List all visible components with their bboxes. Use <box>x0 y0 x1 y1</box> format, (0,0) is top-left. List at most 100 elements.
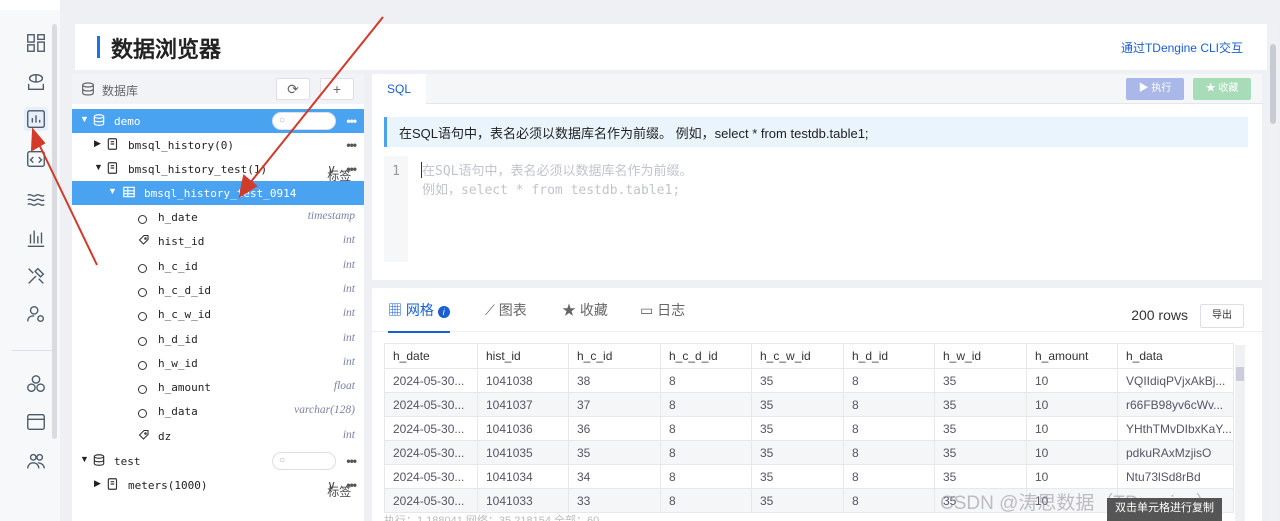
team-icon[interactable] <box>24 449 48 473</box>
column-header[interactable]: h_c_w_id <box>751 343 844 369</box>
table-cell[interactable]: 10 <box>1026 440 1118 465</box>
stream-icon[interactable] <box>24 187 48 211</box>
page-scrollbar[interactable] <box>1269 24 1277 521</box>
more-icon[interactable]: ••• <box>346 138 357 152</box>
table-cell[interactable]: 8 <box>660 440 752 465</box>
table-cell[interactable]: 35 <box>751 440 844 465</box>
search-input[interactable]: ○ <box>272 452 336 470</box>
table-cell[interactable]: 33 <box>568 488 661 513</box>
table-cell[interactable]: 10 <box>1026 392 1118 417</box>
table-cell[interactable]: 8 <box>660 392 752 417</box>
column-header[interactable]: h_amount <box>1026 343 1118 369</box>
run-button[interactable]: ▶ 执行 <box>1126 78 1184 100</box>
table-cell[interactable]: 1041033 <box>477 488 569 513</box>
table-cell[interactable]: 8 <box>843 440 935 465</box>
tab-grid[interactable]: ▦ 网格 i <box>388 300 450 333</box>
table-cell[interactable]: 8 <box>843 488 935 513</box>
tree-item-column[interactable]: hist_id int <box>72 229 364 253</box>
table-cell[interactable]: 34 <box>568 464 661 489</box>
tree-item-test[interactable]: ▼ test ○ ••• <box>72 449 364 473</box>
scroll-thumb[interactable] <box>1270 44 1276 124</box>
tree-item-column[interactable]: h_date timestamp <box>72 205 364 229</box>
table-cell[interactable]: 35 <box>751 368 844 393</box>
table-cell[interactable]: 1041037 <box>477 392 569 417</box>
table-cell[interactable]: 36 <box>568 416 661 441</box>
table-cell[interactable]: 35 <box>751 464 844 489</box>
rail-scrollbar[interactable] <box>52 24 57 439</box>
table-row[interactable]: 2024-05-30... 1041034 34 8 35 8 35 10 Ntu73lSd8r… <box>384 464 1234 489</box>
sql-editor[interactable]: 1 在SQL语句中，表名必须以数据库名作为前缀。 例如，select * fro… <box>384 156 1248 262</box>
tree-item-child-table[interactable]: ▼ bmsql_history_test_0914 <box>72 181 364 205</box>
table-cell[interactable]: 35 <box>568 440 661 465</box>
data-browser-icon[interactable] <box>24 107 48 131</box>
table-cell[interactable]: 35 <box>934 392 1027 417</box>
table-cell[interactable]: 1041035 <box>477 440 569 465</box>
table-cell[interactable]: VQIIdiqPVjxAkBj... <box>1117 368 1234 393</box>
table-cell[interactable]: pdkuRAxMzjisO <box>1117 440 1234 465</box>
table-cell[interactable]: 8 <box>660 416 752 441</box>
column-header[interactable]: h_d_id <box>843 343 935 369</box>
table-cell[interactable]: 8 <box>843 416 935 441</box>
column-header[interactable]: h_w_id <box>934 343 1027 369</box>
table-cell[interactable]: 35 <box>934 368 1027 393</box>
caret-down-icon[interactable]: ▼ <box>80 114 89 124</box>
table-cell[interactable]: 8 <box>843 368 935 393</box>
tree-item-column[interactable]: h_amount float <box>72 375 364 399</box>
table-cell[interactable]: 10 <box>1026 416 1118 441</box>
user-management-icon[interactable] <box>24 302 48 326</box>
tree-item-column[interactable]: h_c_w_id int <box>72 302 364 326</box>
table-cell[interactable]: 8 <box>660 464 752 489</box>
metrics-icon[interactable] <box>24 226 48 250</box>
tab-chart[interactable]: ⟋ 图表 <box>485 300 527 324</box>
tree-item-column[interactable]: h_data varchar(128) <box>72 399 364 423</box>
caret-down-icon[interactable]: ▼ <box>108 186 117 196</box>
caret-right-icon[interactable]: ▶ <box>94 478 101 489</box>
column-header[interactable]: hist_id <box>477 343 569 369</box>
table-cell[interactable]: 35 <box>751 416 844 441</box>
table-cell[interactable]: Ntu73lSd8rBd <box>1117 464 1234 489</box>
table-scrollbar[interactable] <box>1235 345 1245 521</box>
table-cell[interactable]: 35 <box>934 464 1027 489</box>
table-cell[interactable]: 8 <box>843 464 935 489</box>
export-button[interactable]: 导出 <box>1200 304 1244 328</box>
table-cell[interactable]: 35 <box>934 416 1027 441</box>
data-in-icon[interactable] <box>24 70 48 94</box>
scroll-thumb[interactable] <box>1236 367 1244 381</box>
tree-item-meters[interactable]: ▶ meters(1000) 标签 ∨ ••• <box>72 473 364 499</box>
tree-item-column[interactable]: dz int <box>72 424 364 448</box>
table-cell[interactable]: 35 <box>934 440 1027 465</box>
table-cell[interactable]: 2024-05-30... <box>384 488 478 513</box>
table-cell[interactable]: 2024-05-30... <box>384 368 478 393</box>
tree-item-supertable[interactable]: ▼ bmsql_history_test(1) 标签 ∨ ••• <box>72 157 364 183</box>
more-icon[interactable]: ••• <box>346 478 357 492</box>
refresh-button[interactable]: ⟳ <box>276 78 310 100</box>
tree-item-column[interactable]: h_c_d_id int <box>72 278 364 302</box>
more-icon[interactable]: ••• <box>346 454 357 468</box>
tab-log[interactable]: ▭ 日志 <box>640 300 685 324</box>
tools-icon[interactable] <box>24 264 48 288</box>
table-cell[interactable]: 8 <box>843 392 935 417</box>
tag-dropdown[interactable]: 标签 ∨ <box>327 478 351 499</box>
table-cell[interactable]: r66FB98yv6cWv... <box>1117 392 1234 417</box>
tree-item-table[interactable]: ▶ bmsql_history(0) ••• <box>72 133 364 157</box>
caret-down-icon[interactable]: ▼ <box>94 162 103 172</box>
table-cell[interactable]: 35 <box>751 392 844 417</box>
code-icon[interactable] <box>24 147 48 171</box>
table-cell[interactable]: 2024-05-30... <box>384 464 478 489</box>
table-cell[interactable]: 2024-05-30... <box>384 440 478 465</box>
column-header[interactable]: h_data <box>1117 343 1234 369</box>
table-cell[interactable]: 1041036 <box>477 416 569 441</box>
tag-dropdown[interactable]: 标签 ∨ <box>327 162 351 183</box>
table-cell[interactable]: 8 <box>660 488 752 513</box>
table-row[interactable]: 2024-05-30... 1041035 35 8 35 8 35 10 pdkuRAxMzj… <box>384 440 1234 465</box>
column-header[interactable]: h_date <box>384 343 478 369</box>
cli-link[interactable]: 通过TDengine CLI交互 <box>1121 39 1243 56</box>
table-cell[interactable]: YHthTMvDIbxKaY... <box>1117 416 1234 441</box>
favorite-button[interactable]: ★ 收藏 <box>1193 78 1251 100</box>
search-input[interactable]: ○ <box>272 112 336 130</box>
table-row[interactable]: 2024-05-30... 1041037 37 8 35 8 35 10 r66FB98yv6… <box>384 392 1234 417</box>
table-cell[interactable]: 2024-05-30... <box>384 392 478 417</box>
table-cell[interactable]: 35 <box>751 488 844 513</box>
table-cell[interactable]: 10 <box>1026 464 1118 489</box>
table-cell[interactable]: 2024-05-30... <box>384 416 478 441</box>
